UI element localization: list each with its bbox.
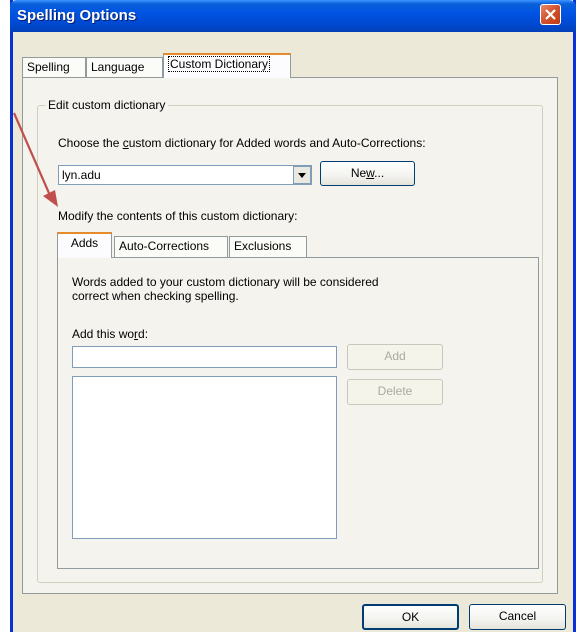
tab-adds[interactable]: Adds	[57, 232, 112, 258]
choose-dictionary-label: Choose the custom dictionary for Added w…	[58, 136, 426, 150]
add-word-label: Add this word:	[72, 327, 148, 341]
close-icon	[545, 9, 556, 20]
add-button-label: Add	[384, 349, 406, 363]
adds-description-line1: Words added to your custom dictionary wi…	[72, 275, 379, 289]
annotation-arrow-icon	[12, 112, 58, 207]
tab-exclusions[interactable]: Exclusions	[229, 236, 307, 257]
chevron-down-icon	[298, 173, 306, 178]
close-button[interactable]	[540, 4, 561, 25]
delete-button-label: Delete	[377, 384, 413, 398]
tab-auto-corrections-label: Auto-Corrections	[119, 239, 210, 253]
new-dictionary-button[interactable]: New...	[320, 161, 415, 186]
new-label-accel: w	[366, 166, 375, 180]
cancel-button-label: Cancel	[498, 609, 537, 623]
tab-custom-dictionary[interactable]: Custom Dictionary	[163, 53, 291, 78]
tab-adds-label: Adds	[70, 236, 99, 250]
new-label-part2: ...	[374, 166, 385, 180]
add-word-label-part1: Add this wo	[72, 327, 135, 341]
add-word-button[interactable]: Add	[347, 344, 443, 370]
delete-word-button[interactable]: Delete	[347, 379, 443, 405]
new-label-part1: Ne	[350, 166, 367, 180]
tab-custom-dictionary-label: Custom Dictionary	[168, 56, 271, 72]
tab-exclusions-label: Exclusions	[234, 239, 292, 253]
custom-words-list[interactable]	[72, 376, 337, 539]
adds-description-line2: correct when checking spelling.	[72, 289, 239, 303]
ok-button[interactable]: OK	[362, 604, 459, 630]
cancel-button[interactable]: Cancel	[469, 604, 566, 630]
ok-button-label: OK	[401, 610, 420, 624]
dropdown-button[interactable]	[293, 166, 311, 184]
tab-auto-corrections[interactable]: Auto-Corrections	[114, 236, 228, 257]
choose-label-part2: ustom dictionary for Added words and Aut…	[128, 136, 426, 150]
add-word-label-part2: d:	[138, 327, 149, 341]
add-word-input[interactable]	[72, 346, 337, 368]
